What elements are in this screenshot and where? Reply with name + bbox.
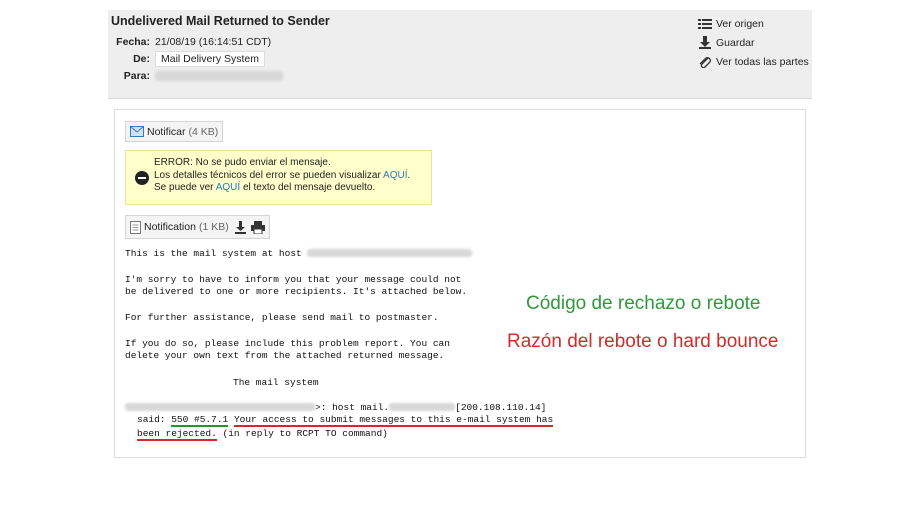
address-redacted bbox=[125, 403, 315, 412]
host-redacted bbox=[307, 249, 473, 258]
msg-line-10: been rejected. (in reply to RCPT TO comm… bbox=[137, 428, 388, 441]
bounce-reason-1: Your access to submit messages to this e… bbox=[233, 414, 554, 427]
error-line-3: Se puede ver AQUÍ el texto del mensaje d… bbox=[154, 182, 376, 193]
printer-icon[interactable] bbox=[250, 220, 265, 234]
paperclip-icon bbox=[699, 57, 711, 68]
notificar-attachment[interactable]: Notificar (4 KB) bbox=[125, 121, 224, 142]
error-icon bbox=[135, 171, 149, 185]
msg-line-5: If you do so, please include this proble… bbox=[125, 338, 450, 349]
msg-signature: The mail system bbox=[233, 377, 319, 388]
ver-partes-label: Ver todas las partes bbox=[716, 55, 809, 68]
message-header: Undelivered Mail Returned to Sender Fech… bbox=[108, 10, 812, 99]
msg-line-1: This is the mail system at host bbox=[125, 248, 473, 260]
error-box: ERROR: No se pudo enviar el mensaje. Los… bbox=[125, 150, 432, 205]
msg-line-4: For further assistance, please send mail… bbox=[125, 312, 439, 323]
notification-name: Notification bbox=[144, 221, 196, 233]
message-subject: Undelivered Mail Returned to Sender bbox=[111, 14, 330, 28]
ver-origen-link[interactable]: Ver origen bbox=[698, 14, 809, 33]
para-row: Para: bbox=[108, 70, 283, 82]
domain-redacted bbox=[389, 403, 456, 412]
annotation-bounce-code: Código de rechazo o rebote bbox=[526, 293, 761, 314]
message-body: Notificar (4 KB) ERROR: No se pudo envia… bbox=[114, 109, 806, 458]
envelope-icon bbox=[130, 126, 144, 137]
header-actions: Ver origen Guardar Ver todas las partes bbox=[698, 14, 809, 71]
error-line-2: Los detalles técnicos del error se puede… bbox=[154, 169, 411, 181]
ver-partes-link[interactable]: Ver todas las partes bbox=[698, 52, 809, 71]
document-icon bbox=[130, 220, 141, 234]
list-icon bbox=[698, 18, 712, 29]
msg-line-2: I'm sorry to have to inform you that you… bbox=[125, 274, 462, 285]
msg-line-9: said: 550 #5.7.1 Your access to submit m… bbox=[137, 414, 554, 427]
error-line-1: ERROR: No se pudo enviar el mensaje. bbox=[154, 157, 331, 168]
msg-line-6: delete your own text from the attached r… bbox=[125, 350, 445, 361]
fecha-row: Fecha: 21/08/19 (16:14:51 CDT) bbox=[108, 36, 271, 48]
recipient-redacted bbox=[155, 71, 283, 81]
download-icon[interactable] bbox=[234, 220, 247, 234]
error-details-link[interactable]: AQUÍ bbox=[383, 170, 407, 181]
msg-line-3: be delivered to one or more recipients. … bbox=[125, 286, 468, 297]
notification-size: (1 KB) bbox=[198, 221, 229, 233]
bounce-code: 550 #5.7.1 bbox=[171, 414, 229, 427]
notificar-size: (4 KB) bbox=[188, 125, 219, 138]
guardar-label: Guardar bbox=[716, 36, 755, 49]
sender-pill[interactable]: Mail Delivery System bbox=[155, 51, 266, 67]
fecha-label: Fecha: bbox=[116, 36, 150, 48]
fecha-value: 21/08/19 (16:14:51 CDT) bbox=[155, 36, 272, 48]
download-icon bbox=[699, 36, 711, 49]
annotation-bounce-reason: Razón del rebote o hard bounce bbox=[507, 331, 779, 352]
notificar-name: Notificar bbox=[147, 125, 186, 138]
ver-origen-label: Ver origen bbox=[716, 17, 764, 30]
bounce-reason-2: been rejected. bbox=[137, 428, 217, 441]
guardar-link[interactable]: Guardar bbox=[698, 33, 809, 52]
notification-attachment[interactable]: Notification (1 KB) bbox=[125, 215, 270, 239]
para-label: Para: bbox=[123, 70, 150, 82]
de-row: De: Mail Delivery System bbox=[108, 51, 266, 67]
de-label: De: bbox=[133, 53, 150, 65]
msg-line-8: >: host mail. [200.108.110.14] bbox=[125, 402, 546, 414]
returned-message-link[interactable]: AQUÍ bbox=[216, 182, 240, 193]
